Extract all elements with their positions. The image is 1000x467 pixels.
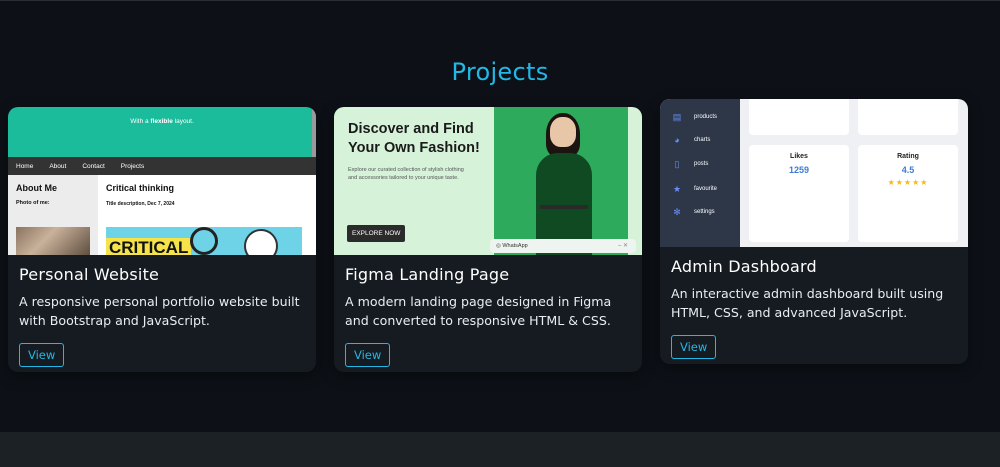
preview-chat-widget: ◎ WhatsApp – ✕ — [490, 239, 636, 253]
preview-rating-label: Rating — [897, 153, 919, 160]
preview-profile-photo — [16, 227, 90, 255]
close-icon: – ✕ — [617, 243, 628, 249]
project-card-figma-landing-page: Discover and Find Your Own Fashion! Expl… — [334, 107, 642, 372]
project-card-admin-dashboard: ▤ products ◕ charts ▯ posts ★ favourite … — [660, 99, 968, 364]
preview-navbar: Home About Contact Projects — [8, 157, 316, 175]
preview-nav-item: Contact — [82, 162, 105, 170]
view-button[interactable]: View — [671, 335, 717, 359]
rating-stars-icon: ★★★★★ — [887, 178, 929, 187]
project-preview-image: ▤ products ◕ charts ▯ posts ★ favourite … — [660, 99, 968, 247]
preview-menu-settings: ✻ settings — [673, 207, 715, 217]
preview-image-text: CRITICAL — [106, 238, 192, 255]
pie-chart-icon: ◕ — [674, 135, 680, 145]
preview-stat-card — [749, 99, 849, 135]
project-card-personal-website: With a flexible layout. Home About Conta… — [8, 107, 316, 372]
table-icon: ▤ — [672, 112, 682, 122]
post-icon: ▯ — [674, 159, 680, 169]
section-title: Projects — [451, 58, 549, 86]
preview-rating-card: Rating 4.5 ★★★★★ — [858, 145, 958, 242]
preview-model-photo — [494, 107, 628, 255]
gear-icon — [244, 229, 278, 255]
preview-article-image: CRITICAL — [106, 227, 302, 255]
project-description: A responsive personal portfolio website … — [19, 294, 300, 328]
project-preview-image: With a flexible layout. Home About Conta… — [8, 107, 316, 255]
project-preview-image: Discover and Find Your Own Fashion! Expl… — [334, 107, 642, 255]
preview-menu-posts: ▯ posts — [672, 159, 709, 169]
whatsapp-icon: ◎ — [496, 243, 501, 249]
preview-likes-card: Likes 1259 — [749, 145, 849, 242]
model-belt — [540, 205, 588, 209]
preview-menu-charts: ◕ charts — [672, 135, 710, 145]
project-title: Admin Dashboard — [671, 257, 817, 276]
preview-sidebar-heading: About Me — [16, 183, 57, 193]
preview-tagline: With a flexible layout. — [130, 118, 194, 125]
preview-subtext: Explore our curated collection of stylis… — [348, 167, 464, 181]
project-description: A modern landing page designed in Figma … — [345, 294, 612, 328]
preview-likes-label: Likes — [790, 153, 808, 160]
gear-icon: ✻ — [673, 207, 681, 217]
magnifier-icon — [190, 227, 218, 255]
project-title: Figma Landing Page — [345, 265, 510, 284]
view-button[interactable]: View — [345, 343, 391, 367]
preview-likes-value: 1259 — [788, 165, 810, 175]
star-icon: ★ — [672, 184, 682, 194]
preview-menu-products: ▤ products — [672, 112, 718, 122]
preview-headline: Discover and Find Your Own Fashion! — [348, 121, 480, 156]
preview-dashboard-sidebar: ▤ products ◕ charts ▯ posts ★ favourite … — [660, 99, 740, 247]
preview-menu-favourite: ★ favourite — [672, 184, 718, 194]
project-description: An interactive admin dashboard built usi… — [671, 286, 944, 320]
preview-edge — [628, 107, 642, 255]
preview-nav-item: About — [49, 162, 67, 170]
project-title: Personal Website — [19, 265, 160, 284]
model-face — [550, 117, 576, 147]
preview-nav-item: Projects — [120, 162, 145, 170]
preview-hero-text: Discover and Find Your Own Fashion! Expl… — [334, 107, 494, 255]
preview-stat-card — [858, 99, 958, 135]
preview-rating-value: 4.5 — [901, 165, 915, 175]
preview-sidebar-sub: Photo of me: — [16, 200, 50, 206]
preview-main-sub: Title description, Dec 7, 2024 — [106, 201, 175, 207]
preview-main-heading: Critical thinking — [106, 183, 175, 193]
top-divider — [0, 0, 1000, 1]
preview-hero: With a flexible layout. — [8, 107, 316, 157]
view-button[interactable]: View — [19, 343, 65, 367]
preview-nav-item: Home — [16, 162, 34, 170]
footer-band — [0, 432, 1000, 467]
preview-cta-button: EXPLORE NOW — [347, 225, 406, 242]
preview-chat-label: WhatsApp — [502, 243, 528, 249]
